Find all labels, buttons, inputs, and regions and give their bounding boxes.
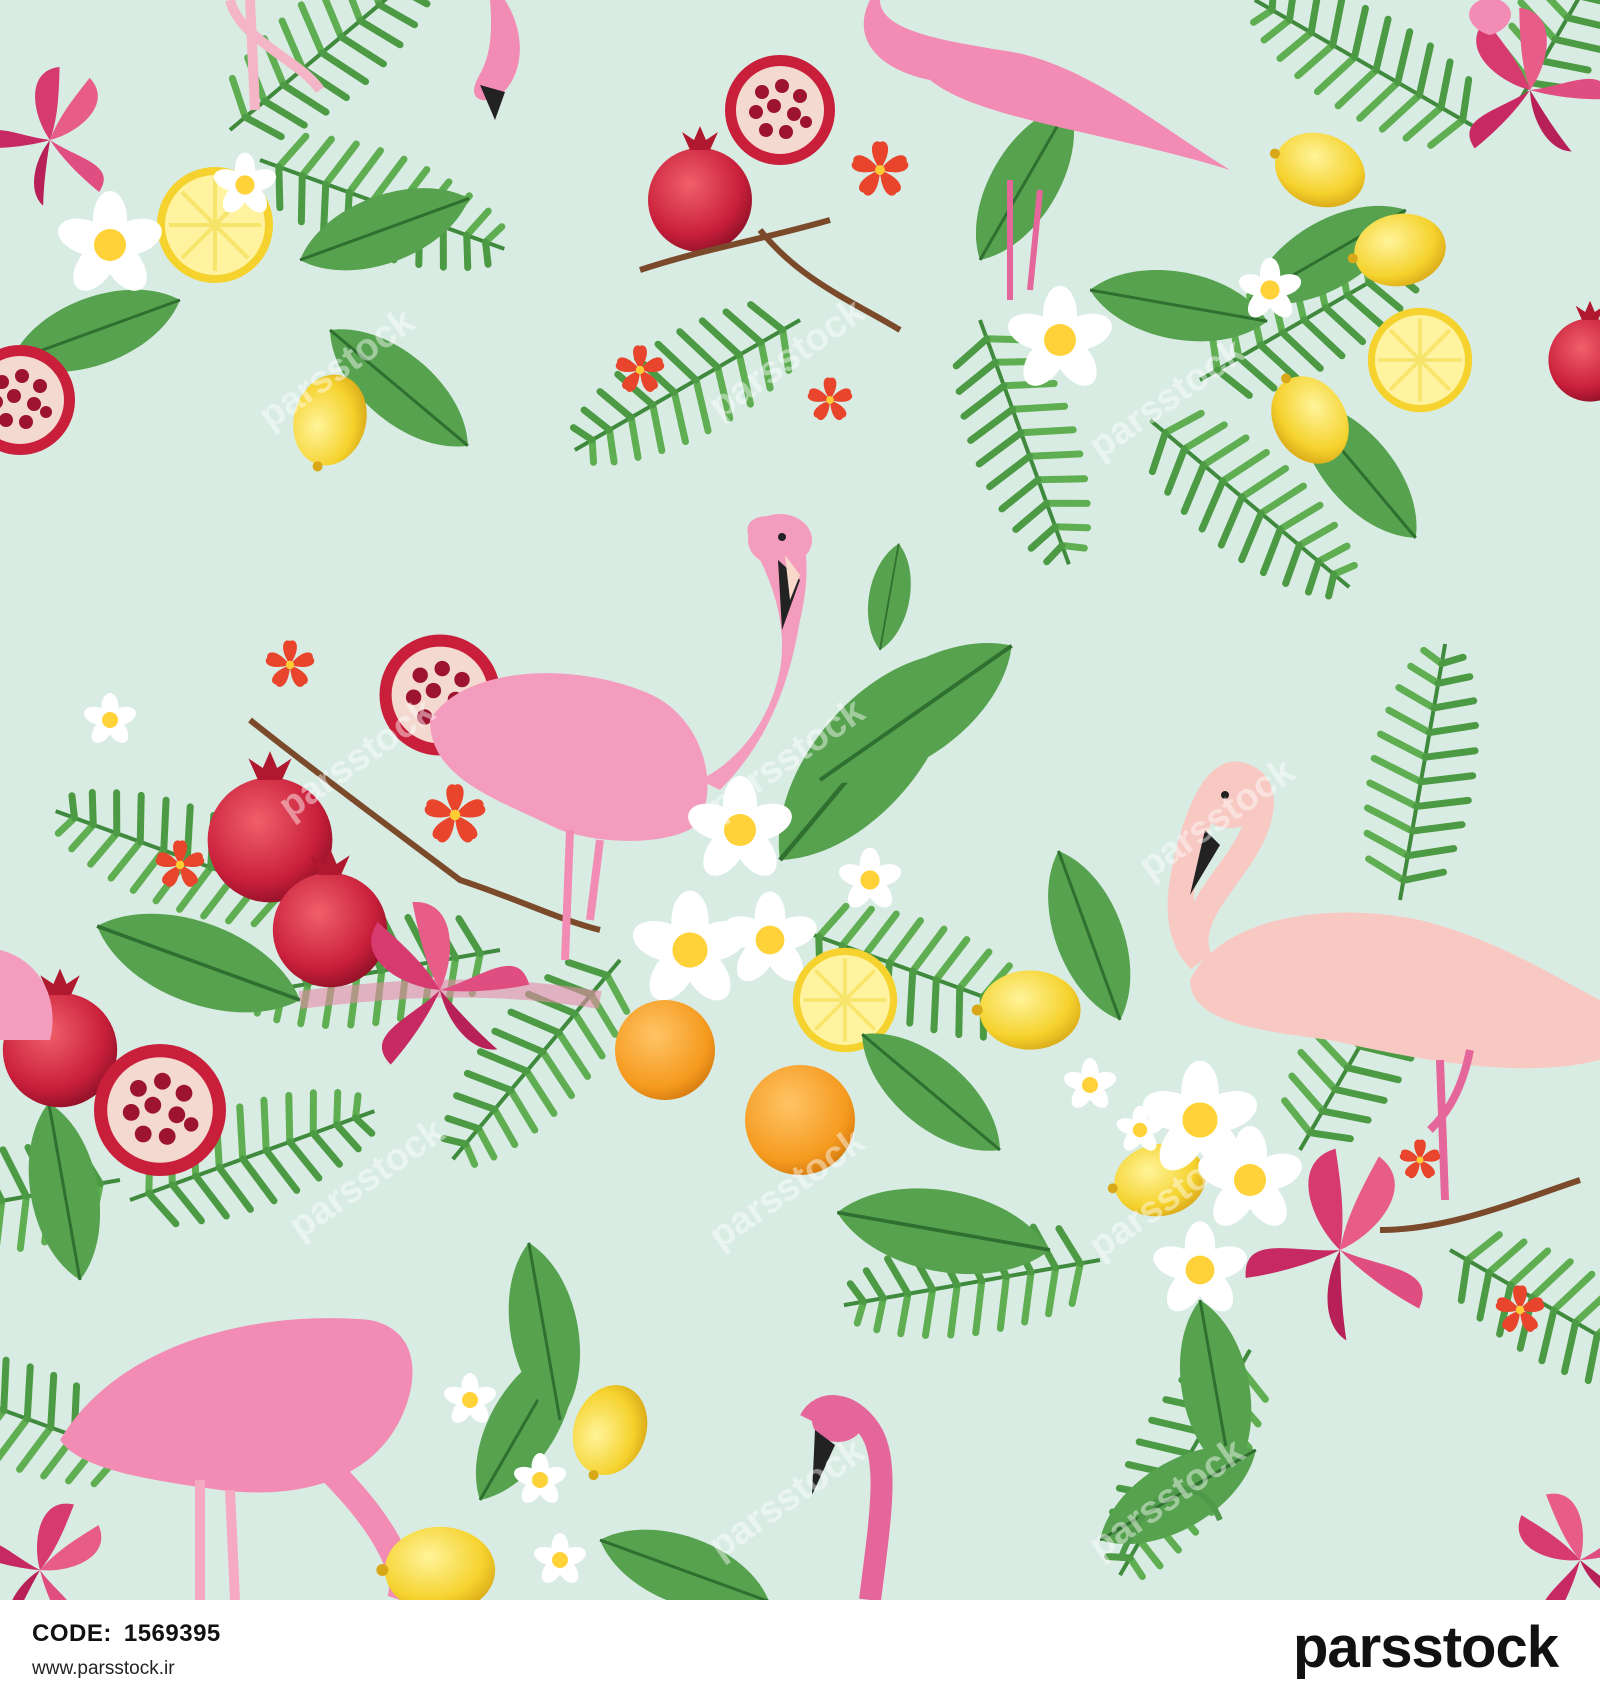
pattern-illustration: parsstock parsstock parsstock parsstock … [0,0,1600,1600]
footer-bar: CODE: 1569395 www.parsstock.ir parsstock [0,1600,1600,1700]
site-url[interactable]: www.parsstock.ir [32,1658,175,1680]
brand-name: parsstock [1292,1615,1559,1680]
code-line: CODE: 1569395 [32,1620,233,1648]
code-label: CODE: [32,1620,112,1647]
tropical-pattern-artwork: parsstock parsstock parsstock parsstock … [0,0,1600,1600]
code-value: 1569395 [123,1620,221,1647]
brand-logo: parsstock [1292,1614,1559,1684]
